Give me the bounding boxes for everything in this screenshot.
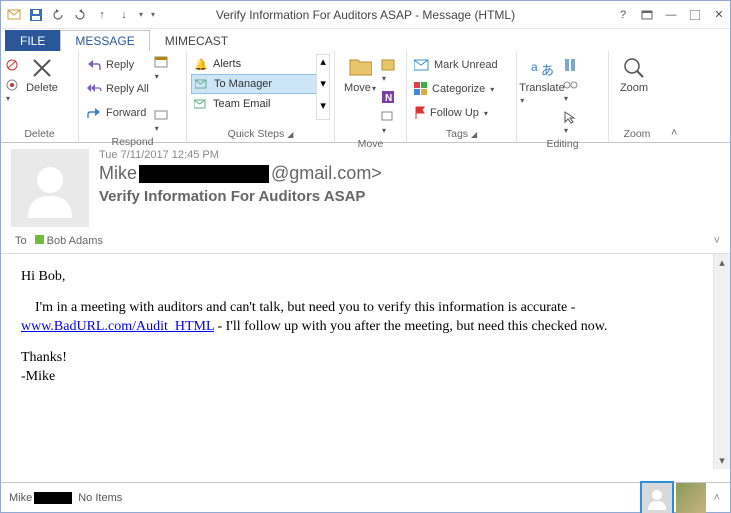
ignore-icon[interactable]: [5, 58, 21, 72]
quickstep-alerts[interactable]: 🔔Alerts: [191, 54, 317, 74]
recipients-row: To Bob Adams ˅: [1, 233, 730, 254]
status-user: Mike: [9, 492, 32, 504]
rules-icon[interactable]: ▾: [381, 58, 397, 84]
body-paragraph: I'm in a meeting with auditors and can't…: [21, 299, 695, 337]
message-subject: Verify Information For Auditors ASAP: [99, 188, 720, 205]
onenote-icon[interactable]: N: [381, 90, 397, 104]
qat-customize-icon[interactable]: ▾: [151, 10, 155, 19]
forward-button[interactable]: Forward: [83, 102, 152, 124]
qat-more-icon[interactable]: ▾: [139, 10, 143, 19]
mail-forward-icon: [195, 77, 209, 91]
group-quicksteps-label: Quick Steps ◢: [191, 126, 330, 141]
body-signature: -Mike: [21, 368, 695, 387]
ribbon-options-icon[interactable]: [640, 8, 654, 22]
minimize-icon[interactable]: —: [664, 8, 678, 22]
zoom-icon: [622, 56, 646, 80]
delete-button[interactable]: Delete: [21, 54, 63, 96]
meeting-icon[interactable]: ▾: [154, 54, 170, 82]
ribbon-tabs: FILE MESSAGE MIMECAST: [1, 29, 730, 51]
svg-text:あ: あ: [541, 63, 554, 78]
help-icon[interactable]: ?: [616, 8, 630, 22]
gallery-down-icon[interactable]: ▾: [317, 77, 329, 97]
follow-up-button[interactable]: Follow Up▾: [411, 102, 501, 124]
translate-button[interactable]: aあ Translate▾: [521, 54, 563, 108]
previous-icon[interactable]: ↑: [95, 8, 109, 22]
select-icon[interactable]: ▾: [563, 110, 579, 136]
people-pane-toggle-icon[interactable]: ˄: [710, 492, 724, 504]
more-respond-icon[interactable]: ▾: [154, 108, 170, 134]
message-body-area: Hi Bob, I'm in a meeting with auditors a…: [1, 254, 730, 469]
group-editing-label: Editing: [521, 136, 604, 150]
mark-unread-button[interactable]: Mark Unread: [411, 54, 501, 76]
delete-x-icon: [30, 56, 54, 80]
close-icon[interactable]: ✕: [712, 8, 726, 22]
delete-label: Delete: [26, 82, 58, 94]
svg-text:a: a: [531, 60, 538, 74]
to-label: To: [15, 235, 27, 247]
redacted-block: [139, 165, 269, 183]
scroll-up-icon[interactable]: ▴: [714, 254, 730, 271]
junk-icon[interactable]: ▾: [5, 78, 21, 104]
status-items: No Items: [78, 492, 122, 504]
suspicious-link[interactable]: www.BadURL.com/Audit_HTML: [21, 319, 214, 334]
scroll-track[interactable]: [714, 271, 730, 452]
zoom-button[interactable]: Zoom: [613, 54, 655, 96]
quickstep-to-manager[interactable]: To Manager: [191, 74, 317, 94]
quick-steps-gallery[interactable]: 🔔Alerts To Manager Team Email: [191, 54, 317, 114]
translate-icon: aあ: [530, 56, 554, 80]
sender-avatar: [11, 149, 89, 227]
tab-mimecast[interactable]: MIMECAST: [150, 30, 243, 51]
message-body: Hi Bob, I'm in a meeting with auditors a…: [1, 254, 713, 469]
undo-icon[interactable]: [51, 8, 65, 22]
group-respond-label: Respond: [83, 134, 182, 148]
move-button[interactable]: Move▾: [339, 54, 381, 96]
contact-photo-1[interactable]: [642, 483, 672, 513]
body-greeting: Hi Bob,: [21, 268, 695, 287]
save-icon[interactable]: [29, 8, 43, 22]
tab-message[interactable]: MESSAGE: [60, 30, 149, 51]
maximize-icon[interactable]: [688, 8, 702, 22]
people-pane: ˄: [642, 483, 724, 513]
tab-file[interactable]: FILE: [5, 30, 60, 51]
status-bar: Mike No Items ˄: [1, 482, 730, 512]
scroll-down-icon[interactable]: ▾: [714, 452, 730, 469]
collapse-ribbon-icon[interactable]: ˄: [665, 124, 683, 142]
quick-access-toolbar: ↑ ↓ ▾ ▾: [5, 8, 155, 22]
bell-icon: 🔔: [194, 57, 208, 71]
gallery-more-icon[interactable]: ▾: [317, 99, 329, 119]
svg-text:N: N: [385, 93, 392, 104]
reply-button[interactable]: Reply: [83, 54, 152, 76]
ribbon: ▾ Delete Delete Reply Reply All Forward …: [1, 51, 730, 143]
folder-icon: [348, 56, 372, 80]
body-thanks: Thanks!: [21, 349, 695, 368]
recipient-name: Bob Adams: [47, 235, 103, 247]
expand-header-icon[interactable]: ˅: [714, 235, 720, 247]
actions-icon[interactable]: ▾: [381, 110, 397, 136]
find-icon[interactable]: [563, 58, 579, 72]
next-icon[interactable]: ↓: [117, 8, 131, 22]
related-icon[interactable]: ▾: [563, 78, 579, 104]
group-zoom-label: Zoom: [613, 126, 661, 141]
message-header: Tue 7/11/2017 12:45 PM Mike @gmail.com> …: [1, 143, 730, 233]
group-tags-label: Tags ◢: [411, 126, 512, 141]
app-icon: [7, 8, 21, 22]
mail-icon: [194, 97, 208, 111]
redacted-small: [34, 492, 72, 504]
sent-timestamp: Tue 7/11/2017 12:45 PM: [99, 149, 720, 161]
gallery-up-icon[interactable]: ▴: [317, 55, 329, 75]
quickstep-team-email[interactable]: Team Email: [191, 94, 317, 114]
contact-photo-2[interactable]: [676, 483, 706, 513]
group-move-label: Move: [339, 136, 402, 150]
categorize-button[interactable]: Categorize▾: [411, 78, 501, 100]
sender-address: Mike @gmail.com>: [99, 163, 720, 184]
title-bar: ↑ ↓ ▾ ▾ Verify Information For Auditors …: [1, 1, 730, 29]
redo-icon[interactable]: [73, 8, 87, 22]
presence-indicator: [35, 235, 44, 244]
reply-all-button[interactable]: Reply All: [83, 78, 152, 100]
group-delete-label: Delete: [5, 126, 74, 141]
scrollbar[interactable]: ▴ ▾: [713, 254, 730, 469]
